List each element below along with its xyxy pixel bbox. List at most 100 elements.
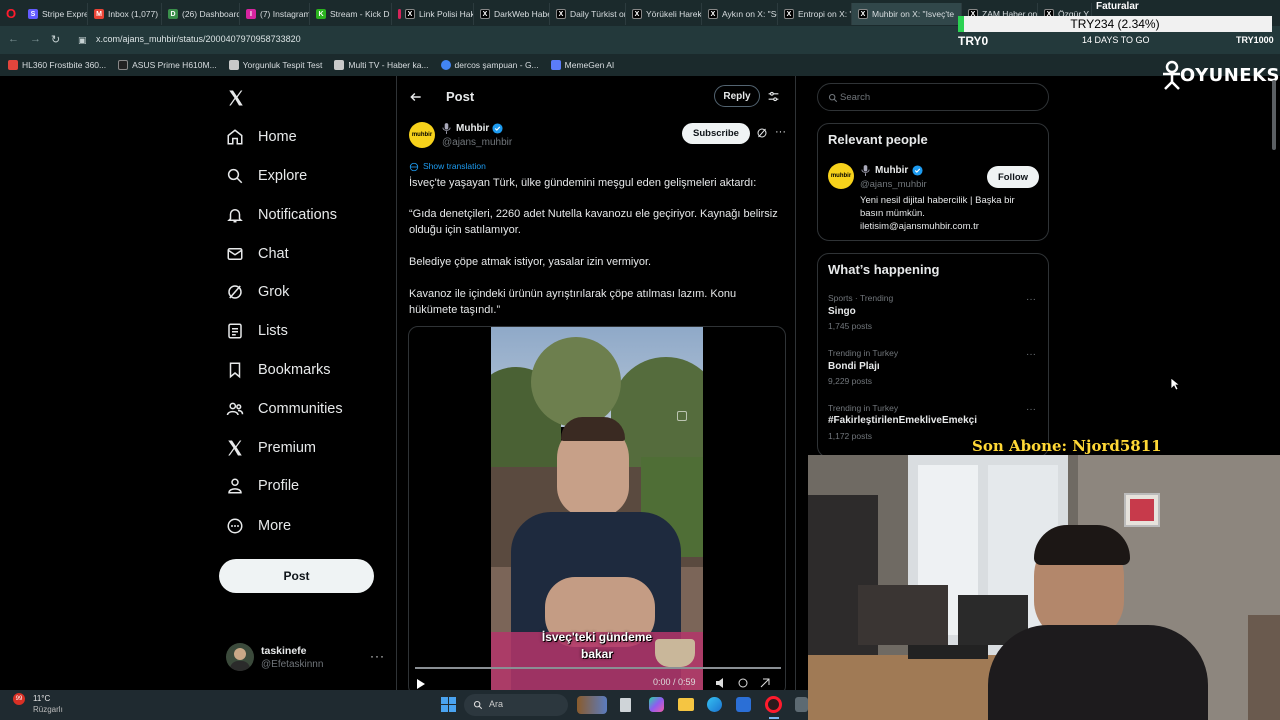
x-logo-icon[interactable] xyxy=(227,89,245,107)
trend-2-category: Trending in Turkey xyxy=(828,348,899,358)
whats-happening-title: What’s happening xyxy=(828,262,940,277)
video-progress-bar[interactable] xyxy=(415,667,781,669)
taskbar-app-icon[interactable] xyxy=(795,697,808,712)
back-arrow-icon[interactable] xyxy=(409,90,423,104)
sliders-icon[interactable] xyxy=(767,90,780,103)
trend-1-name[interactable]: Singo xyxy=(828,306,856,317)
account-handle: @Efetaskinnn xyxy=(261,659,324,670)
bookmark-asus[interactable]: ASUS Prime H610M... xyxy=(118,60,217,70)
account-avatar[interactable] xyxy=(226,643,254,671)
play-icon[interactable] xyxy=(417,679,425,689)
bell-icon xyxy=(227,209,243,223)
mail-icon xyxy=(227,248,243,260)
relevant-avatar[interactable]: muhbir xyxy=(828,163,854,189)
forward-arrow-icon[interactable]: → xyxy=(30,33,41,45)
tab-dashboard[interactable]: D (26) Dashboard xyxy=(162,3,240,25)
overlay-faturalar-label: Faturalar xyxy=(1096,1,1139,12)
nav-profile[interactable]: Profile xyxy=(226,472,299,500)
google-icon xyxy=(440,60,451,70)
tab-yorukeli[interactable]: X Yörükeli Hareke xyxy=(626,3,702,25)
trend-3-category: Trending in Turkey xyxy=(828,403,899,413)
reply-button[interactable]: Reply xyxy=(714,85,760,107)
copilot-icon[interactable] xyxy=(649,697,664,712)
bookmarks-bar: HL360 Frostbite 360... ASUS Prime H610M.… xyxy=(0,54,1280,76)
nav-grok[interactable]: Grok xyxy=(226,278,289,306)
nav-notifications[interactable]: Notifications xyxy=(226,201,337,229)
trend-2-name[interactable]: Bondi Plajı xyxy=(828,361,880,372)
windows-start-icon[interactable] xyxy=(441,697,456,712)
bookmark-hl360[interactable]: HL360 Frostbite 360... xyxy=(8,60,106,70)
store-icon[interactable] xyxy=(736,697,751,712)
video-controls-icons[interactable] xyxy=(715,677,775,689)
site-info-icon[interactable]: ▣ xyxy=(78,35,87,46)
tab-kick-stream[interactable]: K Stream - Kick D xyxy=(310,3,392,25)
trend-1-category: Sports · Trending xyxy=(828,293,894,303)
opera-logo-icon[interactable]: O xyxy=(0,0,22,26)
nav-home[interactable]: Home xyxy=(226,123,297,151)
nav-premium[interactable]: Premium xyxy=(226,434,316,462)
trend-3-name[interactable]: #FakirleştirilenEmekliveEmekçi xyxy=(828,415,977,426)
account-more-icon[interactable]: ··· xyxy=(370,649,385,663)
oyuneks-mascot-icon xyxy=(1163,60,1180,90)
trend-3-more-icon[interactable]: ··· xyxy=(1026,404,1036,415)
bookmark-memegen[interactable]: MemeGen AI xyxy=(550,60,614,70)
nav-bookmarks[interactable]: Bookmarks xyxy=(226,356,331,384)
trend-2-more-icon[interactable]: ··· xyxy=(1026,349,1036,360)
post-more-icon[interactable]: ··· xyxy=(775,126,786,138)
instagram-icon: I xyxy=(246,9,256,19)
show-translation-link[interactable]: Show translation xyxy=(423,161,486,171)
edge-icon[interactable] xyxy=(707,697,722,712)
overlay-stock-box: TRY234 (2.34%) xyxy=(958,16,1272,32)
back-arrow-icon[interactable]: ← xyxy=(8,33,19,45)
search-input[interactable]: Search xyxy=(817,83,1049,111)
follow-button[interactable]: Follow xyxy=(987,166,1039,188)
page-scrollbar[interactable] xyxy=(1272,80,1276,150)
tab-marker-icon xyxy=(398,9,401,19)
trend-1-more-icon[interactable]: ··· xyxy=(1026,294,1036,305)
tab-instagram[interactable]: I (7) Instagram xyxy=(240,3,310,25)
url-input[interactable]: x.com/ajans_muhbir/status/20004079709587… xyxy=(96,34,301,44)
relevant-name[interactable]: Muhbir xyxy=(875,165,908,176)
taskbar-search-input[interactable]: Ara xyxy=(464,694,568,716)
tab-daily-turkist[interactable]: X Daily Türkist on xyxy=(550,3,626,25)
tab-aykin[interactable]: X Aykın on X: "Sol xyxy=(702,3,778,25)
weather-description[interactable]: Rüzgarlı xyxy=(33,705,63,714)
author-handle[interactable]: @ajans_muhbir xyxy=(442,137,512,148)
trend-1-posts: 1,745 posts xyxy=(828,321,872,331)
tab-entropi[interactable]: X Entropi on X: "h xyxy=(778,3,852,25)
nav-more[interactable]: More xyxy=(226,512,291,540)
nav-communities[interactable]: Communities xyxy=(226,395,343,423)
kick-icon: K xyxy=(316,9,326,19)
author-name[interactable]: Muhbir xyxy=(456,123,489,134)
translate-icon xyxy=(409,162,419,172)
tab-link-polisi[interactable]: X Link Polisi Haka xyxy=(392,3,474,25)
nav-lists[interactable]: Lists xyxy=(226,317,288,345)
tab-gmail[interactable]: M Inbox (1,077) - xyxy=(88,3,162,25)
tab-muhbir-active[interactable]: X Muhbir on X: "Isveç'te xyxy=(852,3,962,25)
relevant-handle[interactable]: @ajans_muhbir xyxy=(860,179,927,190)
compose-post-button[interactable]: Post xyxy=(219,559,374,593)
video-player[interactable]: İsveç'teki gündeme bakar 0:00 / 0:59 xyxy=(408,326,786,696)
search-icon xyxy=(828,93,838,103)
tab-darkweb-haber[interactable]: X DarkWeb Haber xyxy=(474,3,550,25)
opera-taskbar-icon[interactable] xyxy=(765,696,782,713)
memegen-icon xyxy=(550,60,561,70)
search-highlight-icon[interactable] xyxy=(577,696,607,714)
grok-icon[interactable] xyxy=(756,127,768,139)
file-explorer-icon[interactable] xyxy=(620,698,631,712)
subscribe-button[interactable]: Subscribe xyxy=(682,123,750,144)
tab-stripe-express[interactable]: SStripe Express xyxy=(22,3,88,25)
x-logo-icon: X xyxy=(556,9,566,19)
bookmark-yorgunluk[interactable]: Yorgunluk Tespit Test xyxy=(228,60,322,70)
bookmark-dercos[interactable]: dercos şampuan - G... xyxy=(440,60,539,70)
reload-icon[interactable]: ↻ xyxy=(51,33,60,46)
nav-chat[interactable]: Chat xyxy=(226,240,289,268)
folder-icon[interactable] xyxy=(678,698,694,711)
author-avatar[interactable]: muhbir xyxy=(409,122,435,148)
more-icon xyxy=(227,518,243,534)
bookmark-multi-tv[interactable]: Multi TV - Haber ka... xyxy=(334,60,429,70)
overlay-progress-fill xyxy=(958,16,964,32)
notification-badge[interactable]: 99 xyxy=(13,693,25,705)
weather-temperature[interactable]: 11°C xyxy=(33,694,50,703)
nav-explore[interactable]: Explore xyxy=(226,162,307,190)
